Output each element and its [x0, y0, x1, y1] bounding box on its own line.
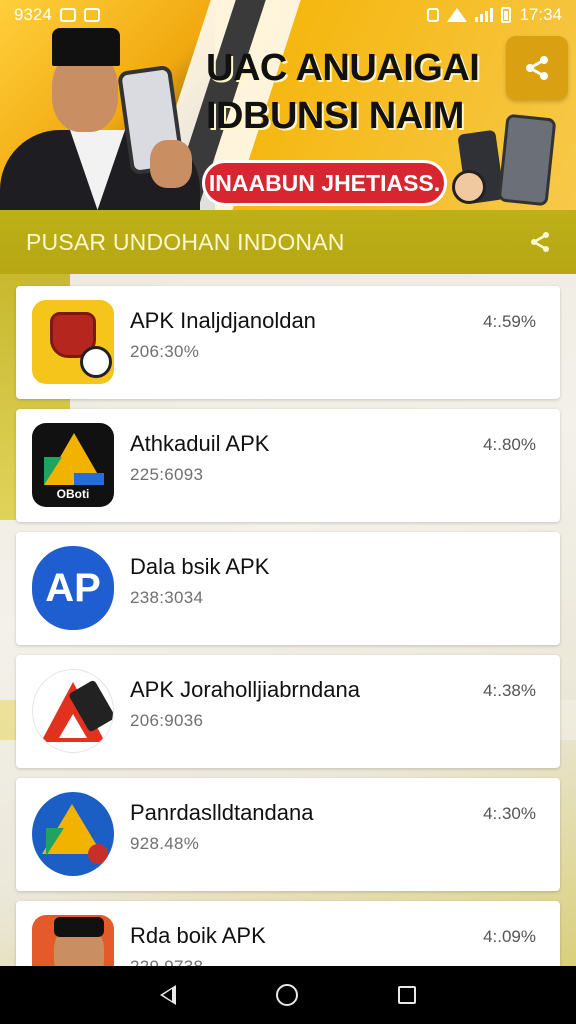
home-icon[interactable]: [276, 984, 298, 1006]
section-title: PUSAR UNDOHAN INDONAN: [26, 228, 345, 255]
banner-title-line1: UAC ANUAIGAI: [206, 47, 480, 89]
app-list-item[interactable]: APK Inaljdjanoldan 206:30% 4:.59%: [16, 286, 560, 399]
status-left-text: 9324: [14, 5, 52, 24]
app-name: Athkaduil APK: [130, 431, 270, 456]
red-a-device-icon: [32, 669, 114, 753]
app-name: APK Joraholljiabrndana: [130, 677, 360, 702]
back-icon[interactable]: [160, 985, 176, 1005]
promo-banner[interactable]: UAC ANUAIGAI IDBUNSI NAIM INAABUN JHETIA…: [0, 0, 576, 210]
signal-icon: [475, 8, 494, 22]
app-name: Panrdaslldtandana: [130, 800, 314, 825]
share-icon: [526, 56, 548, 80]
app-name: Rda boik APK: [130, 923, 266, 948]
blue-drive-ribbon-icon: [32, 792, 114, 876]
status-bar: 9324 17:34: [0, 0, 576, 30]
section-header: PUSAR UNDOHAN INDONAN: [0, 210, 576, 274]
app-list-item[interactable]: APK Joraholljiabrndana 206:9036 4:.38%: [16, 655, 560, 768]
app-name: Dala bsik APK: [130, 554, 270, 579]
navigation-bar: [0, 966, 576, 1024]
garuda-crest-icon: [32, 300, 114, 384]
banner-person-image: [0, 10, 215, 210]
vibrate-icon: [427, 8, 440, 22]
recent-apps-icon[interactable]: [398, 986, 416, 1004]
app-stat: 225:6093: [130, 465, 204, 484]
wifi-icon: [447, 8, 468, 22]
app-name: APK Inaljdjanoldan: [130, 308, 316, 333]
banner-pill[interactable]: INAABUN JHETIASS.: [202, 160, 447, 206]
app-list-item[interactable]: AP Dala bsik APK 238:3034: [16, 532, 560, 645]
app-stat: 206:30%: [130, 342, 200, 361]
app-list-item[interactable]: OBoti Athkaduil APK 225:6093 4:.80%: [16, 409, 560, 522]
app-percent: 4:.30%: [483, 804, 536, 823]
app-percent: 4:.59%: [483, 312, 536, 331]
drive-triangle-icon: OBoti: [32, 423, 114, 507]
banner-share-button[interactable]: [506, 36, 568, 100]
app-stat: 928.48%: [130, 834, 200, 853]
share-icon[interactable]: [528, 230, 552, 254]
battery-icon: [501, 7, 512, 23]
banner-devices-image: [452, 110, 576, 210]
app-stat: 238:3034: [130, 588, 204, 607]
app-stat: 206:9036: [130, 711, 204, 730]
ap-letter-icon: AP: [32, 546, 114, 630]
photo-icon: [83, 8, 100, 22]
app-percent: 4:.80%: [483, 435, 536, 454]
image-icon: [59, 8, 76, 22]
app-percent: 4:.09%: [483, 927, 536, 946]
app-list: APK Inaljdjanoldan 206:30% 4:.59% OBoti …: [16, 286, 560, 1024]
app-list-item[interactable]: Panrdaslldtandana 928.48% 4:.30%: [16, 778, 560, 891]
status-time: 17:34: [519, 5, 562, 24]
app-percent: 4:.38%: [483, 681, 536, 700]
